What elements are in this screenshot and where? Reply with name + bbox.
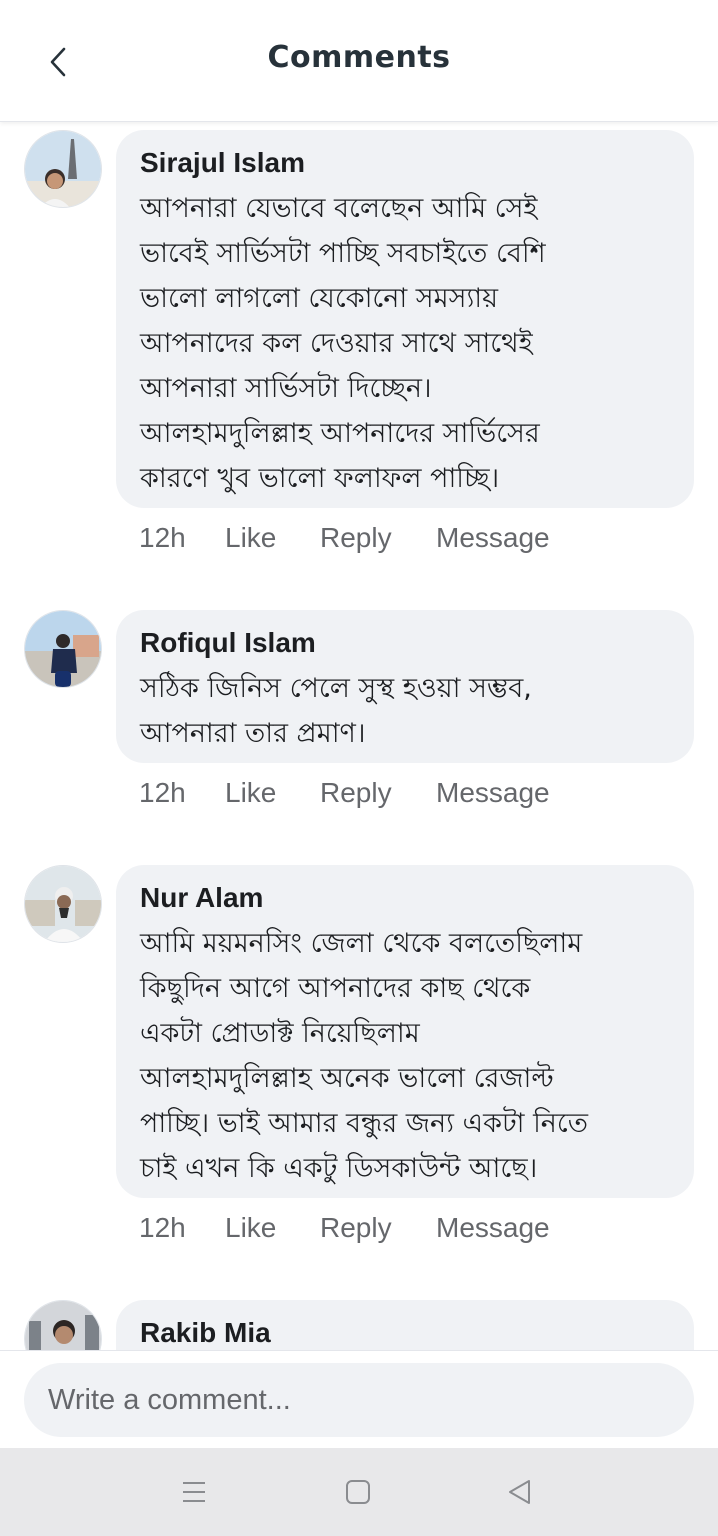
avatar[interactable]: [24, 130, 102, 208]
like-button[interactable]: Like: [225, 777, 320, 809]
comment-author[interactable]: Nur Alam: [140, 883, 670, 913]
comment-bubble: Rofiqul Islam সঠিক জিনিস পেলে সুস্থ হওয়…: [116, 610, 694, 763]
reply-button[interactable]: Reply: [320, 522, 436, 554]
comment-composer: [0, 1350, 718, 1448]
comment-timestamp: 12h: [139, 777, 186, 808]
comment-bubble: Nur Alam আমি ময়মনসিং জেলা থেকে বলতেছিলা…: [116, 865, 694, 1198]
comment-text: আমি ময়মনসিং জেলা থেকে বলতেছিলাম কিছুদিন…: [140, 928, 589, 1184]
header-bar: Comments: [0, 0, 718, 122]
message-button[interactable]: Message: [436, 522, 550, 554]
comment-author[interactable]: Rofiqul Islam: [140, 628, 670, 658]
system-nav-bar: [0, 1448, 718, 1536]
avatar[interactable]: [24, 1300, 102, 1350]
comment-actions: 12h Like Reply Message: [139, 522, 550, 554]
triangle-back-icon: [509, 1480, 530, 1504]
avatar[interactable]: [24, 865, 102, 943]
comment-text: আপনারা যেভাবে বলেছেন আমি সেই ভাবেই সার্ভ…: [140, 193, 546, 494]
nav-back-button[interactable]: [500, 1472, 540, 1512]
like-button[interactable]: Like: [225, 1212, 320, 1244]
reply-button[interactable]: Reply: [320, 777, 436, 809]
reply-button[interactable]: Reply: [320, 1212, 436, 1244]
page-title: Comments: [267, 40, 451, 75]
comment-bubble: Sirajul Islam আপনারা যেভাবে বলেছেন আমি স…: [116, 130, 694, 508]
nav-recents-button[interactable]: [174, 1472, 214, 1512]
comment-list: Sirajul Islam আপনারা যেভাবে বলেছেন আমি স…: [0, 122, 718, 1350]
menu-lines-icon: [183, 1482, 205, 1502]
avatar[interactable]: [24, 610, 102, 688]
like-button[interactable]: Like: [225, 522, 320, 554]
comment-bubble: Rakib Mia: [116, 1300, 694, 1350]
nav-home-button[interactable]: [338, 1472, 378, 1512]
comment-timestamp: 12h: [139, 1212, 186, 1243]
comment-text: সঠিক জিনিস পেলে সুস্থ হওয়া সম্ভব, আপনার…: [140, 673, 532, 749]
comment-actions: 12h Like Reply Message: [139, 1212, 550, 1244]
comment-author[interactable]: Sirajul Islam: [140, 148, 670, 178]
comment-actions: 12h Like Reply Message: [139, 777, 550, 809]
message-button[interactable]: Message: [436, 777, 550, 809]
square-home-icon: [346, 1480, 370, 1504]
comment-timestamp: 12h: [139, 522, 186, 553]
comment-author[interactable]: Rakib Mia: [140, 1318, 670, 1348]
message-button[interactable]: Message: [436, 1212, 550, 1244]
comment-input[interactable]: [24, 1363, 694, 1437]
